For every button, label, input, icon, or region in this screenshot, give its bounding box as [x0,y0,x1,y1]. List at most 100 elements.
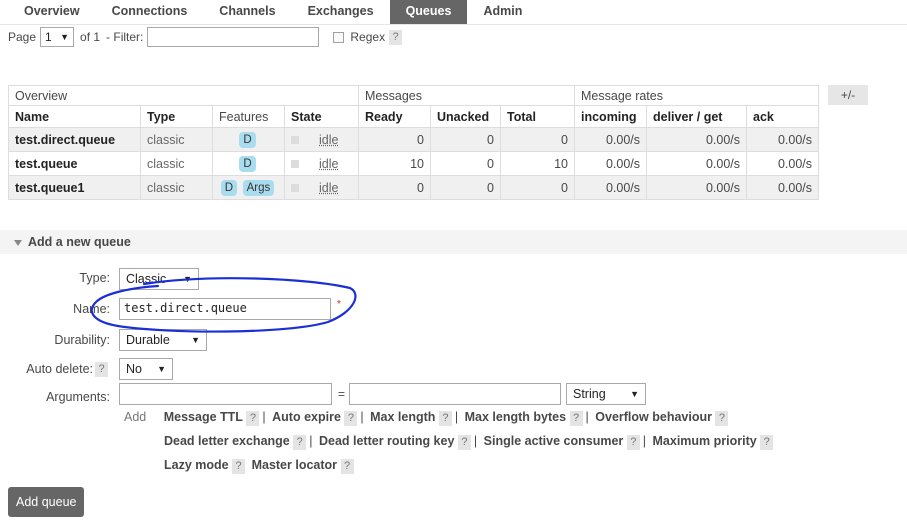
auto-delete-label: Auto delete: [26,362,93,376]
argument-type-select[interactable]: String ▼ [566,383,646,405]
column-header-unacked[interactable]: Unacked [430,105,501,128]
tab-channels[interactable]: Channels [203,0,291,24]
help-icon[interactable]: ? [715,411,729,426]
add-queue-button[interactable]: Add queue [8,487,85,517]
regex-help-icon[interactable]: ? [389,29,403,45]
column-header-type[interactable]: Type [140,105,213,128]
help-icon[interactable]: ? [293,435,307,450]
table-row[interactable]: test.queue1 classic D Args idle 0 0 0 0.… [8,175,819,200]
column-header-ack[interactable]: ack [746,105,819,128]
tab-exchanges[interactable]: Exchanges [292,0,390,24]
separator: | [262,410,266,424]
arg-link-overflow-behaviour[interactable]: Overflow behaviour [595,410,712,424]
help-icon[interactable]: ? [626,435,640,450]
name-label: Name: [73,302,110,316]
state-label: idle [319,132,339,147]
help-icon[interactable]: ? [246,411,260,426]
regex-checkbox[interactable] [333,31,345,43]
arg-link-max-length-bytes[interactable]: Max length bytes [465,410,566,424]
nav-divider [0,24,907,25]
incoming-rate: 0.00/s [574,175,647,200]
column-header-state[interactable]: State [284,105,359,128]
argument-key-input[interactable] [119,383,332,405]
deliver-get-rate: 0.00/s [646,151,747,176]
queue-state: idle [284,151,359,176]
page-count-label: of 1 [80,30,101,44]
arg-link-single-active-consumer[interactable]: Single active consumer [484,434,624,448]
feature-badge-durable: D [220,179,238,196]
arg-link-auto-expire[interactable]: Auto expire [272,410,341,424]
page-select-value: 1 [45,30,52,44]
unacked-count: 0 [430,127,501,152]
arg-link-max-length[interactable]: Max length [370,410,435,424]
table-row[interactable]: test.queue classic D idle 10 0 10 0.00/s… [8,151,819,176]
table-row[interactable]: test.direct.queue classic D idle 0 0 0 0… [8,127,819,152]
auto-delete-select-value: No [126,362,142,376]
argument-equals-sign: = [338,387,346,401]
tab-overview[interactable]: Overview [8,0,96,24]
total-count: 0 [500,127,575,152]
unacked-count: 0 [430,151,501,176]
argument-shortcuts-line-1: Add Message TTL ? | Auto expire ? | Max le… [124,410,729,426]
page-select[interactable]: 1 ▼ [40,27,75,47]
help-icon[interactable]: ? [344,411,358,426]
help-icon[interactable]: ? [569,411,583,426]
column-header-total[interactable]: Total [500,105,575,128]
deliver-get-rate: 0.00/s [646,175,747,200]
arg-link-master-locator[interactable]: Master locator [252,458,337,472]
group-header-overview: Overview [8,85,359,106]
type-label: Type: [79,271,110,285]
separator: | [585,410,589,424]
queue-name-link[interactable]: test.direct.queue [8,127,141,152]
section-title: Add a new queue [28,235,131,249]
argument-shortcuts-line-3: Lazy mode ? Master locator ? [164,458,354,474]
arg-link-maximum-priority[interactable]: Maximum priority [653,434,757,448]
queue-type: classic [140,127,213,152]
durability-select[interactable]: Durable ▼ [119,329,207,351]
argument-value-input[interactable] [349,383,561,405]
state-label: idle [319,156,339,171]
feature-badge-args[interactable]: Args [242,179,275,196]
chevron-down-icon: ▼ [630,389,639,399]
state-indicator-icon [291,184,299,193]
queue-name-link[interactable]: test.queue1 [8,175,141,200]
arg-link-message-ttl[interactable]: Message TTL [164,410,243,424]
filter-label: - Filter: [106,30,144,44]
auto-delete-help-icon[interactable]: ? [95,362,108,377]
type-select[interactable]: Classic ▼ [119,268,199,290]
help-icon[interactable]: ? [340,459,354,474]
tab-admin[interactable]: Admin [467,0,538,24]
incoming-rate: 0.00/s [574,151,647,176]
queue-name-field[interactable]: test.direct.queue [119,298,331,320]
queue-features: D Args [212,175,285,200]
ready-count: 0 [358,127,431,152]
column-header-deliver-get[interactable]: deliver / get [646,105,747,128]
arg-link-lazy-mode[interactable]: Lazy mode [164,458,229,472]
auto-delete-select[interactable]: No ▼ [119,358,173,380]
unacked-count: 0 [430,175,501,200]
column-toggle-button[interactable]: +/- [828,85,868,105]
queue-name-link[interactable]: test.queue [8,151,141,176]
column-header-incoming[interactable]: incoming [574,105,647,128]
tab-queues[interactable]: Queues [389,0,468,24]
column-header-ready[interactable]: Ready [358,105,431,128]
ack-rate: 0.00/s [746,127,819,152]
help-icon[interactable]: ? [457,435,471,450]
state-indicator-icon [291,160,299,169]
state-label: idle [319,180,339,195]
chevron-down-icon: ▼ [157,364,166,374]
help-icon[interactable]: ? [760,435,774,450]
filter-input[interactable] [147,27,320,47]
queue-state: idle [284,175,359,200]
main-nav: Overview Connections Channels Exchanges … [8,0,538,24]
queue-features: D [212,127,285,152]
column-header-name[interactable]: Name [8,105,141,128]
help-icon[interactable]: ? [232,459,246,474]
help-icon[interactable]: ? [438,411,452,426]
arg-link-dead-letter-exchange[interactable]: Dead letter exchange [164,434,290,448]
separator: | [642,434,647,448]
state-indicator-icon [291,136,299,145]
add-queue-section-toggle[interactable]: Add a new queue [0,230,907,254]
tab-connections[interactable]: Connections [96,0,204,24]
arg-link-dead-letter-routing-key[interactable]: Dead letter routing key [319,434,454,448]
